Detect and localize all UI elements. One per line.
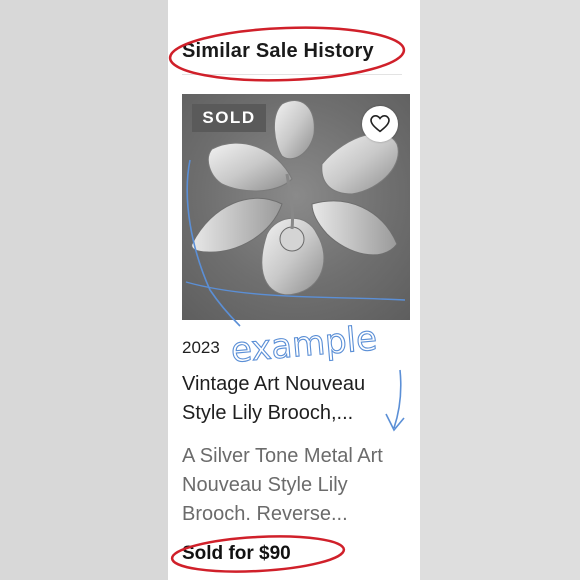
favorite-button[interactable] <box>362 106 398 142</box>
listing-year: 2023 <box>182 338 220 357</box>
section-title: Similar Sale History <box>182 40 374 62</box>
sold-badge: SOLD <box>192 104 266 132</box>
background-right <box>420 0 580 580</box>
listing-description: A Silver Tone Metal Art Nouveau Style Li… <box>182 445 383 525</box>
background-left <box>0 0 168 580</box>
divider <box>182 74 402 75</box>
heart-outline-icon <box>370 115 390 133</box>
sold-price: Sold for $90 <box>182 543 291 564</box>
listing-title[interactable]: Vintage Art Nouveau Style Lily Brooch,..… <box>182 370 407 428</box>
